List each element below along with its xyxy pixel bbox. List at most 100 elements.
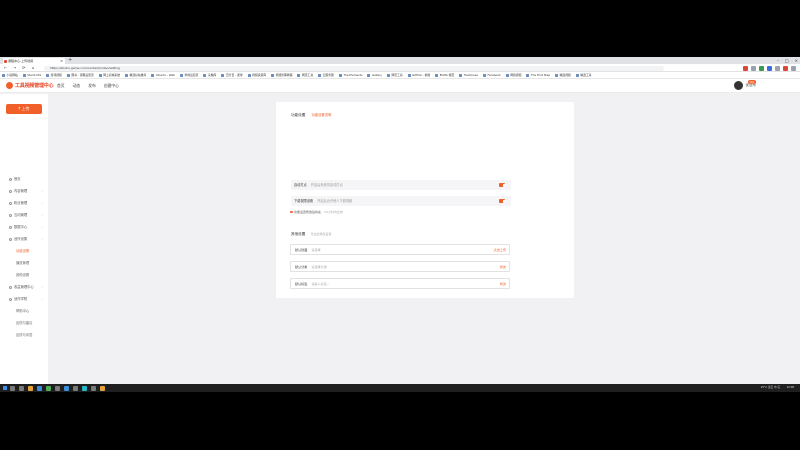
bookmark-item[interactable]: 头像库 <box>203 73 216 77</box>
extension-icon[interactable] <box>743 65 748 71</box>
chrome-icon[interactable] <box>46 385 51 391</box>
bookmark-item[interactable]: 网页工具 <box>386 73 403 77</box>
sidebar-item[interactable]: 反馈与问答 <box>0 330 48 340</box>
bookmark-item[interactable]: 精选好站推荐 <box>125 73 146 77</box>
app-icon[interactable] <box>100 385 105 391</box>
bookmark-icon <box>367 73 371 77</box>
new-tab-button[interactable]: + <box>68 57 72 64</box>
sidebar-item[interactable]: 收益管理中心 › <box>0 282 48 292</box>
sidebar-item[interactable]: 创作学院 › <box>0 294 48 304</box>
home-icon[interactable]: ⌂ <box>32 65 35 71</box>
bookmark-item[interactable]: 百分百 - 课堂 <box>221 73 243 77</box>
app-icon[interactable] <box>64 385 69 391</box>
sidebar-item-label: 创作设置 <box>14 237 28 241</box>
bookmark-item[interactable]: 网页工具 <box>297 73 313 77</box>
nav-item[interactable]: 动态 <box>73 79 81 93</box>
sidebar-item[interactable]: 播放管理 <box>0 258 48 268</box>
url-input[interactable]: https://studio.game.com/content/video/se… <box>44 65 664 71</box>
reload-icon[interactable]: ⟳ <box>22 65 25 71</box>
folder-icon[interactable] <box>28 385 33 391</box>
sidebar-item[interactable]: 其他设置 <box>0 270 48 280</box>
section-title: 其他设置 可在此修改设置 <box>291 232 332 237</box>
minimize-icon[interactable]: – <box>777 57 779 64</box>
bookmark-label: ECMA 规范 <box>439 73 455 77</box>
bookmark-item[interactable]: Stand-IOS <box>22 73 41 77</box>
bookmark-item[interactable]: The Elements <box>338 73 362 77</box>
maximize-icon[interactable]: □ <box>785 57 789 64</box>
start-icon[interactable] <box>3 386 7 390</box>
extension-icon[interactable] <box>759 65 764 71</box>
bookmark-item[interactable]: 图书 - 课程设置页 <box>66 73 94 77</box>
clock[interactable]: 10:08 <box>787 384 794 392</box>
bookmark-item[interactable]: ECMA 规范 <box>435 73 454 77</box>
bookmark-item[interactable]: 网上商城系统 <box>98 73 120 77</box>
avatar[interactable] <box>733 81 743 90</box>
back-icon[interactable]: ← <box>4 65 7 71</box>
field-row-category[interactable]: 默认分类 请选择分类 修改 <box>290 261 510 272</box>
field-placeholder: 请选择分类 <box>311 265 327 269</box>
field-row-tags[interactable]: 默认标签 请输入标签... 修改 <box>290 278 510 289</box>
bookmark-item[interactable]: 精选视频 <box>555 73 571 77</box>
extension-icon[interactable] <box>775 65 780 71</box>
bookmark-item[interactable]: 小说网站 <box>2 73 18 77</box>
bookmark-item[interactable]: Ubuntu - Web <box>151 73 175 77</box>
app-header: 工具视频管理中心 首页 动态 发布 创建中心 优选号 消息 <box>0 79 800 93</box>
bookmark-item[interactable]: Treehouse <box>459 73 478 77</box>
bookmark-item[interactable]: The First Step <box>526 73 550 77</box>
upload-button[interactable]: ⤒ 上传 <box>6 104 42 114</box>
edge-icon[interactable] <box>37 385 42 391</box>
sidebar-item[interactable]: 反馈与建议 <box>0 318 48 328</box>
chevron-icon: › <box>41 189 43 193</box>
field-action-link[interactable]: 点击上传 <box>494 245 506 255</box>
sidebar-item[interactable]: 帮助中心 <box>0 306 48 316</box>
bookmarks-bar: 小说网站 Stand-IOS 游戏视频 图书 - 课程设置页 网上商城系统 精选好站推荐 U… <box>0 72 800 79</box>
help-link[interactable]: 功能设置说明 <box>312 113 332 117</box>
address-bar-row: ← → ⟳ ⌂ https://studio.game.com/content/… <box>0 64 800 72</box>
logo[interactable]: 工具视频管理中心 <box>6 82 54 89</box>
app-icon[interactable] <box>73 385 78 391</box>
bookmark-item[interactable]: 学前班目录 <box>179 73 198 77</box>
sidebar-item[interactable]: 首页 <box>0 174 48 184</box>
bookmark-icon <box>203 73 207 77</box>
nav-item[interactable]: 创建中心 <box>104 79 119 93</box>
search-icon[interactable] <box>10 385 15 391</box>
menu-icon[interactable] <box>791 65 796 71</box>
nav-item[interactable]: 首页 <box>57 79 65 93</box>
nav-item[interactable]: 发布 <box>88 79 96 93</box>
field-action-link[interactable]: 修改 <box>500 279 506 289</box>
toggle-switch[interactable] <box>499 199 505 203</box>
sidebar-item[interactable]: 数据中心 › <box>0 222 48 232</box>
bookmark-item[interactable]: Gallery <box>367 73 382 77</box>
extension-icon[interactable] <box>751 65 756 71</box>
sidebar-item[interactable]: 内容管理 › <box>0 186 48 196</box>
bookmark-item[interactable]: 网络视频 <box>505 73 521 77</box>
message-badge[interactable]: 消息 <box>747 80 756 84</box>
bookmark-item[interactable]: 视频资源库 <box>247 73 266 77</box>
bookmark-label: 百分百 - 课堂 <box>225 73 243 77</box>
app-icon[interactable] <box>91 385 96 391</box>
sidebar-item[interactable]: 粉丝管理 › <box>0 198 48 208</box>
window-close-icon[interactable]: × <box>795 57 798 64</box>
sidebar-item-label: 反馈与问答 <box>16 333 33 337</box>
bookmark-item[interactable]: GitHub - 前端 <box>407 73 430 77</box>
sidebar-item[interactable]: 功能设置 <box>0 246 48 256</box>
system-tray[interactable]: 25°C 多云 中 英 <box>761 384 780 392</box>
sidebar-item[interactable]: 互动管理 › <box>0 210 48 220</box>
active-app-icon[interactable] <box>82 385 87 391</box>
field-action-link[interactable]: 修改 <box>500 262 506 272</box>
bookmark-item[interactable]: Facebook <box>483 73 501 77</box>
sidebar-item[interactable]: 创作设置 › <box>0 234 48 244</box>
app-icon[interactable] <box>55 385 60 391</box>
bookmark-item[interactable]: 视频管理教程 <box>271 73 292 77</box>
bookmark-label: The First Step <box>530 73 551 77</box>
task-view-icon[interactable] <box>19 385 24 391</box>
forward-icon[interactable]: → <box>13 65 16 71</box>
field-row-cover[interactable]: 默认封面 请选择 点击上传 <box>290 244 510 255</box>
extension-icon[interactable] <box>767 65 772 71</box>
bookmark-item[interactable]: 云服务器 <box>318 73 334 77</box>
profile-icon[interactable] <box>783 65 788 71</box>
bookmark-icon <box>338 73 342 77</box>
toggle-switch[interactable] <box>499 183 505 187</box>
bookmark-item[interactable]: 精选工具 <box>575 73 592 77</box>
bookmark-item[interactable]: 游戏视频 <box>46 73 62 77</box>
